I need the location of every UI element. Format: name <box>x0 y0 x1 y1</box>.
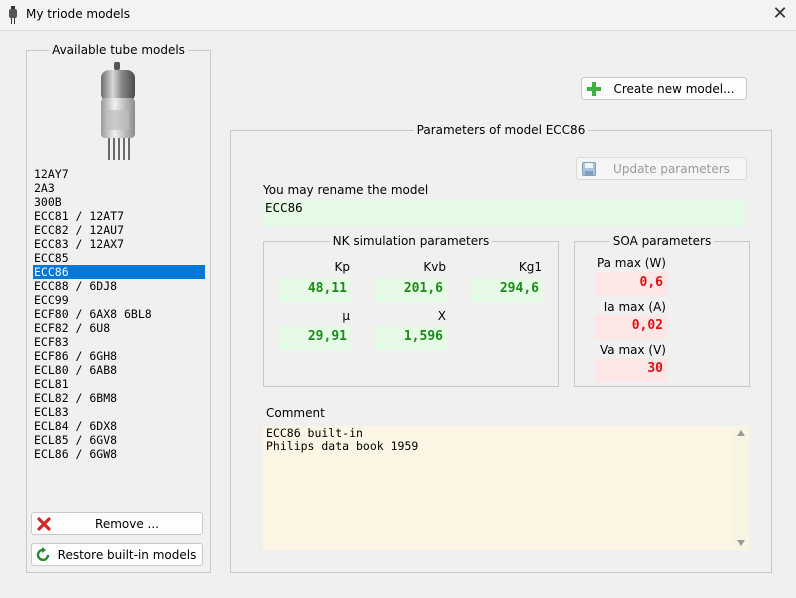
list-item[interactable]: ECL82 / 6BM8 <box>33 391 205 405</box>
list-item[interactable]: ECC88 / 6DJ8 <box>33 279 205 293</box>
list-item[interactable]: 12AY7 <box>33 167 205 181</box>
save-disk-icon <box>582 161 596 176</box>
list-item[interactable]: ECC99 <box>33 293 205 307</box>
model-parameters-legend: Parameters of model ECC86 <box>416 123 586 137</box>
list-item[interactable]: ECL80 / 6AB8 <box>33 363 205 377</box>
list-item[interactable]: 300B <box>33 195 205 209</box>
va-max-label: Va max (V) <box>600 343 666 357</box>
list-item[interactable]: ECF86 / 6GH8 <box>33 349 205 363</box>
list-item[interactable]: ECL86 / 6GW8 <box>33 447 205 461</box>
model-name-input[interactable]: ECC86 <box>263 200 745 226</box>
kp-label: Kp <box>334 260 351 274</box>
va-max-field[interactable]: 30 <box>595 358 667 382</box>
kp-field[interactable]: 48,11 <box>279 278 351 302</box>
nk-simulation-legend: NK simulation parameters <box>332 234 490 248</box>
list-item[interactable]: ECC82 / 12AU7 <box>33 223 205 237</box>
list-item[interactable]: ECC83 / 12AX7 <box>33 237 205 251</box>
list-item[interactable]: ECL85 / 6GV8 <box>33 433 205 447</box>
remove-button[interactable]: Remove ... <box>31 512 203 535</box>
mu-label: μ <box>342 309 350 323</box>
x-label: X <box>437 309 446 323</box>
comment-textarea[interactable]: ECC86 built-in Philips data book 1959 <box>263 426 749 550</box>
create-new-model-label: Create new model... <box>613 81 735 96</box>
rename-label: You may rename the model <box>263 183 429 197</box>
soa-parameters-legend: SOA parameters <box>612 234 712 248</box>
comment-label: Comment <box>266 406 325 420</box>
pa-max-field[interactable]: 0,6 <box>595 272 667 296</box>
list-item[interactable]: ECL84 / 6DX8 <box>33 419 205 433</box>
comment-scrollbar[interactable] <box>733 426 749 550</box>
scroll-up-icon[interactable] <box>737 430 745 436</box>
tube-model-list[interactable]: 12AY7 2A3 300B ECC81 / 12AT7 ECC82 / 12AU7 EC… <box>33 167 205 461</box>
list-item[interactable]: 2A3 <box>33 181 205 195</box>
list-item[interactable]: ECC81 / 12AT7 <box>33 209 205 223</box>
list-item[interactable]: ECF80 / 6AX8 6BL8 <box>33 307 205 321</box>
scroll-down-icon[interactable] <box>737 540 745 546</box>
remove-button-label: Remove ... <box>95 516 159 531</box>
update-parameters-button[interactable]: Update parameters <box>576 157 747 180</box>
restore-built-in-button[interactable]: Restore built-in models <box>31 543 203 566</box>
kvb-field[interactable]: 201,6 <box>375 278 447 302</box>
update-parameters-label: Update parameters <box>613 161 730 176</box>
red-x-icon <box>37 516 51 531</box>
available-models-legend: Available tube models <box>52 43 185 57</box>
restore-arrow-icon <box>36 546 50 561</box>
list-item[interactable]: ECL81 <box>33 377 205 391</box>
green-plus-icon <box>587 81 601 96</box>
vacuum-tube-image <box>101 62 135 160</box>
kg1-field[interactable]: 294,6 <box>471 278 543 302</box>
pa-max-label: Pa max (W) <box>596 256 666 270</box>
list-item[interactable]: ECF82 / 6U8 <box>33 321 205 335</box>
window-title: My triode models <box>26 7 131 21</box>
x-field[interactable]: 1,596 <box>375 326 447 350</box>
ia-max-label: Ia max (A) <box>603 300 666 314</box>
list-item[interactable]: ECL83 <box>33 405 205 419</box>
list-item[interactable]: ECC85 <box>33 251 205 265</box>
list-item[interactable]: ECC86 <box>33 265 205 279</box>
kvb-label: Kvb <box>423 260 446 274</box>
create-new-model-button[interactable]: Create new model... <box>581 77 747 100</box>
close-button[interactable]: ✕ <box>766 2 794 26</box>
kg1-label: Kg1 <box>518 260 542 274</box>
ia-max-field[interactable]: 0,02 <box>595 315 667 339</box>
app-tube-icon <box>9 6 17 24</box>
list-item[interactable]: ECF83 <box>33 335 205 349</box>
restore-button-label: Restore built-in models <box>57 547 197 562</box>
mu-field[interactable]: 29,91 <box>279 326 351 350</box>
